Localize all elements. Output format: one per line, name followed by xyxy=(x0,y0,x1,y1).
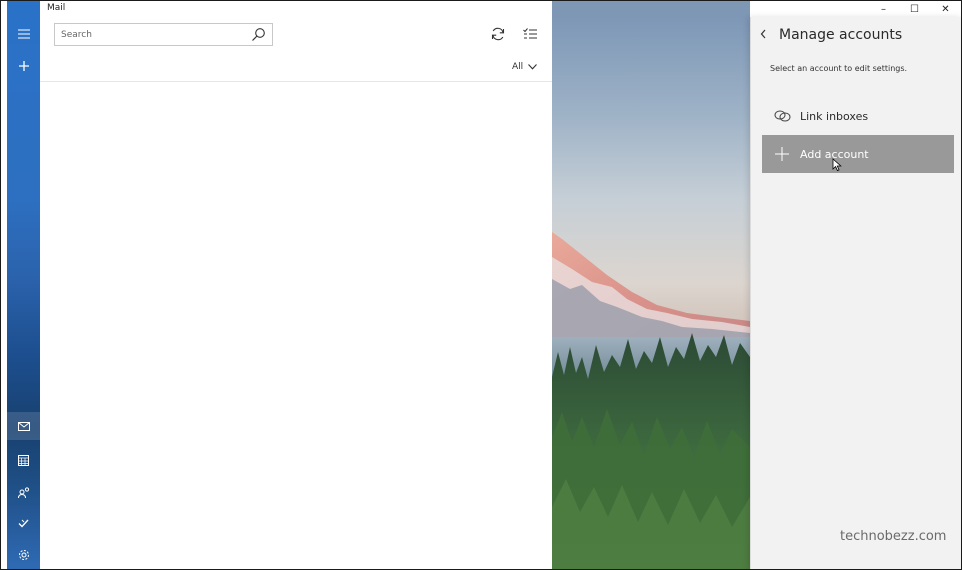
new-mail-icon xyxy=(18,61,29,71)
list-divider xyxy=(40,81,552,82)
watermark-text: technobezz.com xyxy=(840,529,947,544)
cursor-icon xyxy=(832,158,842,172)
navigation-rail xyxy=(7,1,40,569)
add-account-button[interactable]: Add account xyxy=(762,135,954,173)
back-button[interactable] xyxy=(760,29,774,43)
todo-nav-button[interactable] xyxy=(7,509,40,537)
selection-mode-button[interactable] xyxy=(522,26,538,42)
mail-window: Mail – ☐ ✕ Search All Manage accounts Se… xyxy=(0,0,962,570)
chevron-down-icon xyxy=(528,64,538,70)
sync-icon xyxy=(491,27,505,41)
people-icon xyxy=(17,486,29,498)
checklist-icon xyxy=(523,28,537,39)
mail-nav-button[interactable] xyxy=(7,412,40,440)
search-icon xyxy=(252,28,265,41)
link-icon xyxy=(774,110,790,122)
mail-icon xyxy=(17,421,30,431)
link-inboxes-button[interactable]: Link inboxes xyxy=(762,97,954,135)
window-controls: – ☐ ✕ xyxy=(868,1,961,17)
sync-button[interactable] xyxy=(490,26,506,42)
landscape-top-strip xyxy=(552,1,750,17)
search-button[interactable] xyxy=(251,27,266,42)
plus-icon xyxy=(775,147,789,161)
todo-icon xyxy=(18,519,29,527)
add-icon-wrap xyxy=(770,146,794,162)
message-list-pane: All xyxy=(40,17,552,569)
calendar-nav-button[interactable] xyxy=(7,446,40,474)
search-input[interactable] xyxy=(61,27,241,43)
mouse-cursor xyxy=(832,157,842,172)
minimize-button[interactable]: – xyxy=(868,1,899,17)
new-mail-button[interactable] xyxy=(7,52,40,80)
back-arrow-icon xyxy=(760,29,766,39)
filter-dropdown[interactable]: All xyxy=(512,62,538,72)
background-landscape-image xyxy=(552,17,750,569)
flyout-subtitle: Select an account to edit settings. xyxy=(770,64,908,73)
link-icon-wrap xyxy=(770,108,794,124)
title-bar: Mail xyxy=(1,1,961,17)
hamburger-icon xyxy=(17,29,30,39)
flyout-header: Manage accounts xyxy=(751,25,961,47)
search-box xyxy=(54,23,273,46)
calendar-icon xyxy=(18,454,29,466)
people-nav-button[interactable] xyxy=(7,478,40,506)
link-inboxes-label: Link inboxes xyxy=(800,109,869,123)
manage-accounts-flyout: Manage accounts Select an account to edi… xyxy=(750,17,961,569)
hamburger-menu-button[interactable] xyxy=(7,20,40,48)
settings-nav-button[interactable] xyxy=(7,541,40,569)
app-title: Mail xyxy=(47,3,66,13)
filter-label: All xyxy=(512,62,524,72)
close-button[interactable]: ✕ xyxy=(930,1,961,17)
settings-icon xyxy=(18,550,29,560)
maximize-button[interactable]: ☐ xyxy=(899,1,930,17)
flyout-title: Manage accounts xyxy=(779,27,903,43)
